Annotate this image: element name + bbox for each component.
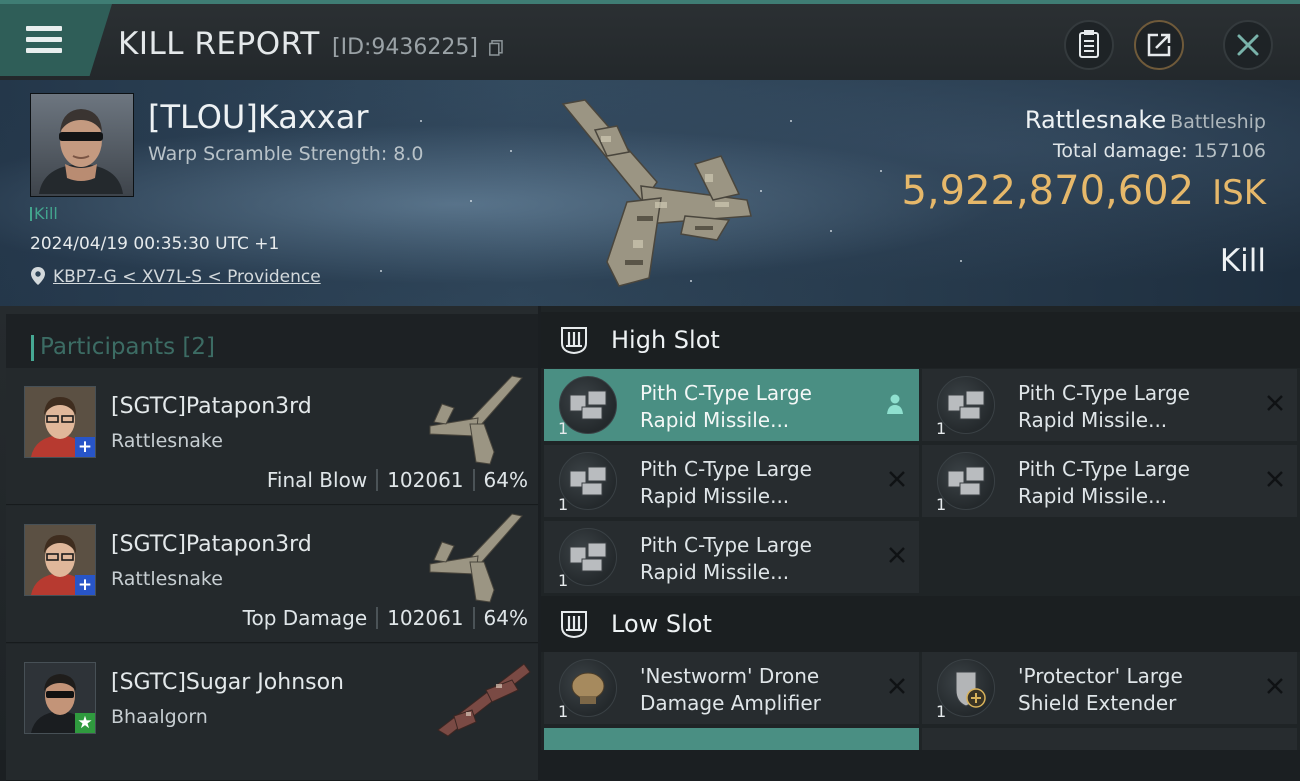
participant-role: Top Damage: [242, 606, 368, 630]
share-icon: [1147, 33, 1171, 57]
participants-title: Participants [2]: [31, 334, 215, 361]
participant-row[interactable]: + [SGTC]Patapon3rd Rattlesnake Final Blo…: [6, 368, 538, 505]
module-quantity: 1: [558, 702, 569, 721]
total-damage-label: Total damage:: [1053, 140, 1188, 162]
isk-value: 5,922,870,602 ISK: [901, 168, 1266, 214]
participant-ship-image: [429, 375, 523, 465]
high-slot-title: High Slot: [611, 326, 720, 354]
destroyed-x-icon: [889, 471, 905, 487]
destroyed-x-icon: [1267, 395, 1283, 411]
participant-row[interactable]: + [SGTC]Patapon3rd Rattlesnake Top Damag…: [6, 506, 538, 643]
module-item[interactable]: 1 Pith C-Type Large Rapid Missile...: [922, 445, 1297, 517]
participant-ship-image: [437, 663, 531, 737]
participant-name[interactable]: [SGTC]Patapon3rd: [111, 532, 312, 557]
victim-ship-name[interactable]: Rattlesnake: [1025, 106, 1166, 134]
participant-portrait[interactable]: +: [24, 524, 96, 596]
module-item[interactable]: 1 Pith C-Type Large Rapid Missile...: [544, 521, 919, 593]
low-slot-title: Low Slot: [611, 610, 712, 638]
destroyed-x-icon: [889, 678, 905, 694]
participant-name[interactable]: [SGTC]Patapon3rd: [111, 394, 312, 419]
participant-badge: +: [75, 575, 95, 595]
module-quantity: 1: [558, 571, 569, 590]
module-quantity: 1: [936, 495, 947, 514]
module-quantity: 1: [936, 419, 947, 438]
isk-amount: 5,922,870,602: [901, 168, 1195, 214]
isk-unit: ISK: [1212, 173, 1266, 213]
victim-ship-class: Battleship: [1170, 111, 1266, 133]
victim-ship-image[interactable]: [545, 90, 765, 300]
close-button[interactable]: [1223, 20, 1273, 70]
module-item[interactable]: 1 Pith C-Type Large Rapid Missile...: [544, 369, 919, 441]
result-label: Kill: [1219, 243, 1266, 279]
location-link[interactable]: KBP7-G < XV7L-S < Providence: [53, 267, 321, 287]
participant-stats: Top Damage 102061 64%: [243, 606, 528, 630]
module-quantity: 1: [936, 702, 947, 721]
module-item[interactable]: 1 'Protector' Large Shield Extender: [922, 652, 1297, 724]
module-item[interactable]: 1 'Nestworm' Drone Damage Amplifier: [544, 652, 919, 724]
participants-header: Participants [2]: [6, 314, 538, 370]
module-name: Pith C-Type Large Rapid Missile...: [1018, 381, 1190, 432]
victim-portrait[interactable]: [30, 93, 134, 197]
high-slot-header: High Slot: [541, 312, 1300, 368]
total-damage-value: 157106: [1193, 140, 1266, 162]
participant-ship-image: [429, 513, 523, 603]
copy-icon[interactable]: [489, 40, 503, 56]
module-quantity: 1: [558, 419, 569, 438]
module-item-partial[interactable]: [922, 728, 1297, 750]
avatar: [39, 109, 123, 194]
warp-scramble-strength: Warp Scramble Strength: 8.0: [148, 143, 424, 165]
module-name: Pith C-Type Large Rapid Missile...: [640, 533, 812, 584]
close-icon: [1237, 34, 1259, 56]
module-name: 'Nestworm' Drone Damage Amplifier: [640, 664, 821, 715]
participant-damage: 102061: [387, 468, 464, 492]
module-item-partial[interactable]: [544, 728, 919, 750]
participant-ship: Rattlesnake: [111, 568, 223, 590]
module-name: Pith C-Type Large Rapid Missile...: [1018, 457, 1190, 508]
report-id: [ID:9436225]: [332, 35, 478, 60]
participant-ship: Rattlesnake: [111, 430, 223, 452]
participant-portrait[interactable]: +: [24, 386, 96, 458]
participant-stats: Final Blow 102061 64%: [267, 468, 528, 492]
module-item[interactable]: 1 Pith C-Type Large Rapid Missile...: [544, 445, 919, 517]
participants-panel: Participants [2] + [SGTC]Patapon3rd Ratt…: [0, 306, 538, 781]
participant-badge: ★: [75, 713, 95, 733]
destroyed-x-icon: [889, 547, 905, 563]
fittings-panel: High Slot 1 Pith C-Type Large Rapid Missi…: [541, 306, 1300, 750]
top-bar: KILL REPORT [ID:9436225]: [0, 0, 1300, 80]
participant-ship: Bhaalgorn: [111, 706, 208, 728]
kill-timestamp: 2024/04/19 00:35:30 UTC +1: [30, 234, 280, 254]
location-pin-icon: [31, 267, 45, 285]
page-title: KILL REPORT: [118, 26, 320, 62]
participant-role: Final Blow: [266, 468, 368, 492]
destroyed-x-icon: [1267, 471, 1283, 487]
kill-tag: Kill: [30, 204, 58, 223]
clipboard-button[interactable]: [1064, 20, 1114, 70]
share-button[interactable]: [1134, 20, 1184, 70]
menu-button[interactable]: [0, 4, 112, 76]
low-slot-icon: [561, 611, 587, 639]
module-name: Pith C-Type Large Rapid Missile...: [640, 381, 812, 432]
module-item[interactable]: 1 Pith C-Type Large Rapid Missile...: [922, 369, 1297, 441]
clipboard-icon: [1079, 30, 1099, 58]
low-slot-header: Low Slot: [541, 596, 1300, 652]
participant-damage: 102061: [387, 606, 464, 630]
destroyed-x-icon: [1267, 678, 1283, 694]
total-damage: Total damage: 157106: [1053, 140, 1266, 162]
participant-percent: 64%: [483, 606, 528, 630]
participant-row[interactable]: ★ [SGTC]Sugar Johnson Bhaalgorn: [6, 644, 538, 781]
participant-badge: +: [75, 437, 95, 457]
participant-name[interactable]: [SGTC]Sugar Johnson: [111, 670, 344, 695]
participant-percent: 64%: [483, 468, 528, 492]
module-name: Pith C-Type Large Rapid Missile...: [640, 457, 812, 508]
module-name: 'Protector' Large Shield Extender: [1018, 664, 1183, 715]
person-icon[interactable]: [885, 393, 905, 415]
participant-portrait[interactable]: ★: [24, 662, 96, 734]
victim-name[interactable]: [TLOU]Kaxxar: [148, 98, 368, 136]
high-slot-icon: [561, 327, 587, 355]
victim-header: [TLOU]Kaxxar Warp Scramble Strength: 8.0…: [0, 80, 1300, 306]
module-quantity: 1: [558, 495, 569, 514]
victim-ship: Rattlesnake Battleship: [1025, 106, 1266, 134]
